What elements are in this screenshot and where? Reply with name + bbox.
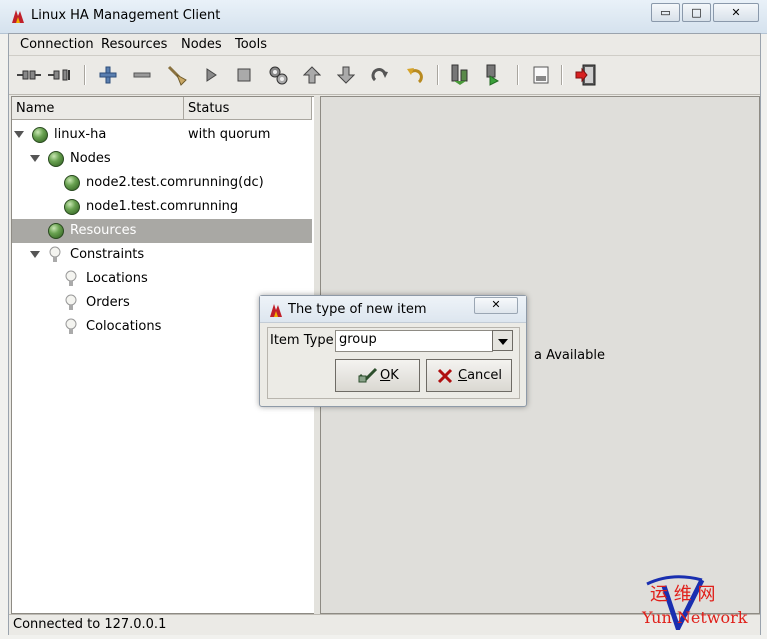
tree-row-node1[interactable]: node1.test.com running xyxy=(12,195,312,219)
cleanup-icon[interactable] xyxy=(164,62,190,88)
dialog-titlebar: The type of new item ✕ xyxy=(260,296,526,323)
move-down-icon[interactable] xyxy=(333,62,359,88)
tree-row-status: running xyxy=(188,199,239,214)
ok-label: K xyxy=(390,368,399,383)
tree-row-nodes[interactable]: Nodes xyxy=(12,147,312,171)
item-type-combo[interactable]: group xyxy=(335,330,493,352)
tree-row-label: linux-ha xyxy=(54,127,107,142)
tree-row-node2[interactable]: node2.test.com running(dc) xyxy=(12,171,312,195)
node-status-icon xyxy=(64,199,80,215)
toolbar xyxy=(9,56,760,95)
heartbeat-app-icon xyxy=(270,304,282,317)
new-item-dialog: The type of new item ✕ Item Type: group … xyxy=(259,295,527,407)
start-icon[interactable] xyxy=(198,62,224,88)
cancel-mnemonic: C xyxy=(458,368,468,383)
maximize-button[interactable]: □ xyxy=(682,3,711,22)
tree-row-label: Constraints xyxy=(70,247,145,262)
nodes-status-icon xyxy=(48,151,64,167)
ok-mnemonic: O xyxy=(380,368,391,383)
dialog-body: Item Type: group OK Cancel xyxy=(267,327,520,399)
tree-row-constraints[interactable]: Constraints xyxy=(12,243,312,267)
tree-row-label: node2.test.com xyxy=(86,175,188,190)
tree-row-label: Resources xyxy=(70,223,137,238)
ok-button[interactable]: OK xyxy=(335,359,420,392)
watermark-english: Yun Network xyxy=(642,608,748,627)
expand-triangle-icon[interactable] xyxy=(30,251,40,258)
cancel-button[interactable]: Cancel xyxy=(426,359,512,392)
stop-icon[interactable] xyxy=(231,62,257,88)
maximize-icon: □ xyxy=(691,6,702,19)
dialog-title: The type of new item xyxy=(288,302,427,317)
lightbulb-icon xyxy=(65,318,77,334)
tree-row-status: with quorum xyxy=(188,127,271,142)
exit-icon[interactable] xyxy=(573,62,599,88)
refresh-icon[interactable] xyxy=(367,62,393,88)
expand-triangle-icon[interactable] xyxy=(30,155,40,162)
default-icon[interactable] xyxy=(265,62,291,88)
undo-icon[interactable] xyxy=(401,62,427,88)
view-icon[interactable] xyxy=(528,62,554,88)
no-data-message: a Available xyxy=(534,348,605,363)
move-up-icon[interactable] xyxy=(299,62,325,88)
tree-row-resources[interactable]: Resources xyxy=(12,219,312,243)
window-titlebar: Linux HA Management Client ▭ □ ✕ xyxy=(0,0,767,34)
dialog-close-button[interactable]: ✕ xyxy=(474,297,518,314)
tree-row-locations[interactable]: Locations xyxy=(12,267,312,291)
disconnect-icon[interactable] xyxy=(47,62,73,88)
active-icon[interactable] xyxy=(481,62,507,88)
heartbeat-app-icon xyxy=(12,10,24,23)
watermark-logo: 运 维 网 Yun Network xyxy=(642,572,762,634)
menubar: Connection Resources Nodes Tools xyxy=(9,34,760,56)
tree-row-status: running(dc) xyxy=(188,175,264,190)
tree-row-label: node1.test.com xyxy=(86,199,188,214)
remove-icon[interactable] xyxy=(129,62,155,88)
window-title: Linux HA Management Client xyxy=(31,8,221,23)
tree-row-cluster[interactable]: linux-ha with quorum xyxy=(12,123,312,147)
standby-icon[interactable] xyxy=(447,62,473,88)
lightbulb-icon xyxy=(65,270,77,286)
minimize-button[interactable]: ▭ xyxy=(651,3,680,22)
item-type-label: Item Type: xyxy=(270,333,338,348)
lightbulb-icon xyxy=(49,246,61,262)
resources-status-icon xyxy=(48,223,64,239)
expand-triangle-icon[interactable] xyxy=(14,131,24,138)
item-type-value: group xyxy=(339,332,377,347)
menu-resources[interactable]: Resources xyxy=(101,37,167,52)
item-type-dropdown-button[interactable] xyxy=(492,330,513,351)
menu-connection[interactable]: Connection xyxy=(20,37,94,52)
cancel-label: ancel xyxy=(467,368,503,383)
cancel-x-icon xyxy=(437,368,453,384)
tree-row-label: Orders xyxy=(86,295,130,310)
lightbulb-icon xyxy=(65,294,77,310)
minimize-icon: ▭ xyxy=(660,6,671,19)
connect-icon[interactable] xyxy=(16,62,42,88)
close-icon: ✕ xyxy=(731,6,741,19)
menu-tools[interactable]: Tools xyxy=(235,37,267,52)
close-button[interactable]: ✕ xyxy=(713,3,759,22)
node-status-icon xyxy=(64,175,80,191)
cluster-status-icon xyxy=(32,127,48,143)
ok-check-icon xyxy=(358,367,378,383)
column-header-status[interactable]: Status xyxy=(184,97,312,120)
tree-row-label: Nodes xyxy=(70,151,111,166)
watermark-chinese: 运 维 网 xyxy=(650,584,716,605)
connection-status: Connected to 127.0.0.1 xyxy=(13,617,167,632)
tree-row-label: Locations xyxy=(86,271,148,286)
column-header-name[interactable]: Name xyxy=(12,97,184,120)
tree-row-label: Colocations xyxy=(86,319,162,334)
close-icon: ✕ xyxy=(491,298,501,311)
chevron-down-icon xyxy=(498,339,508,345)
add-icon[interactable] xyxy=(95,62,121,88)
menu-nodes[interactable]: Nodes xyxy=(181,37,222,52)
